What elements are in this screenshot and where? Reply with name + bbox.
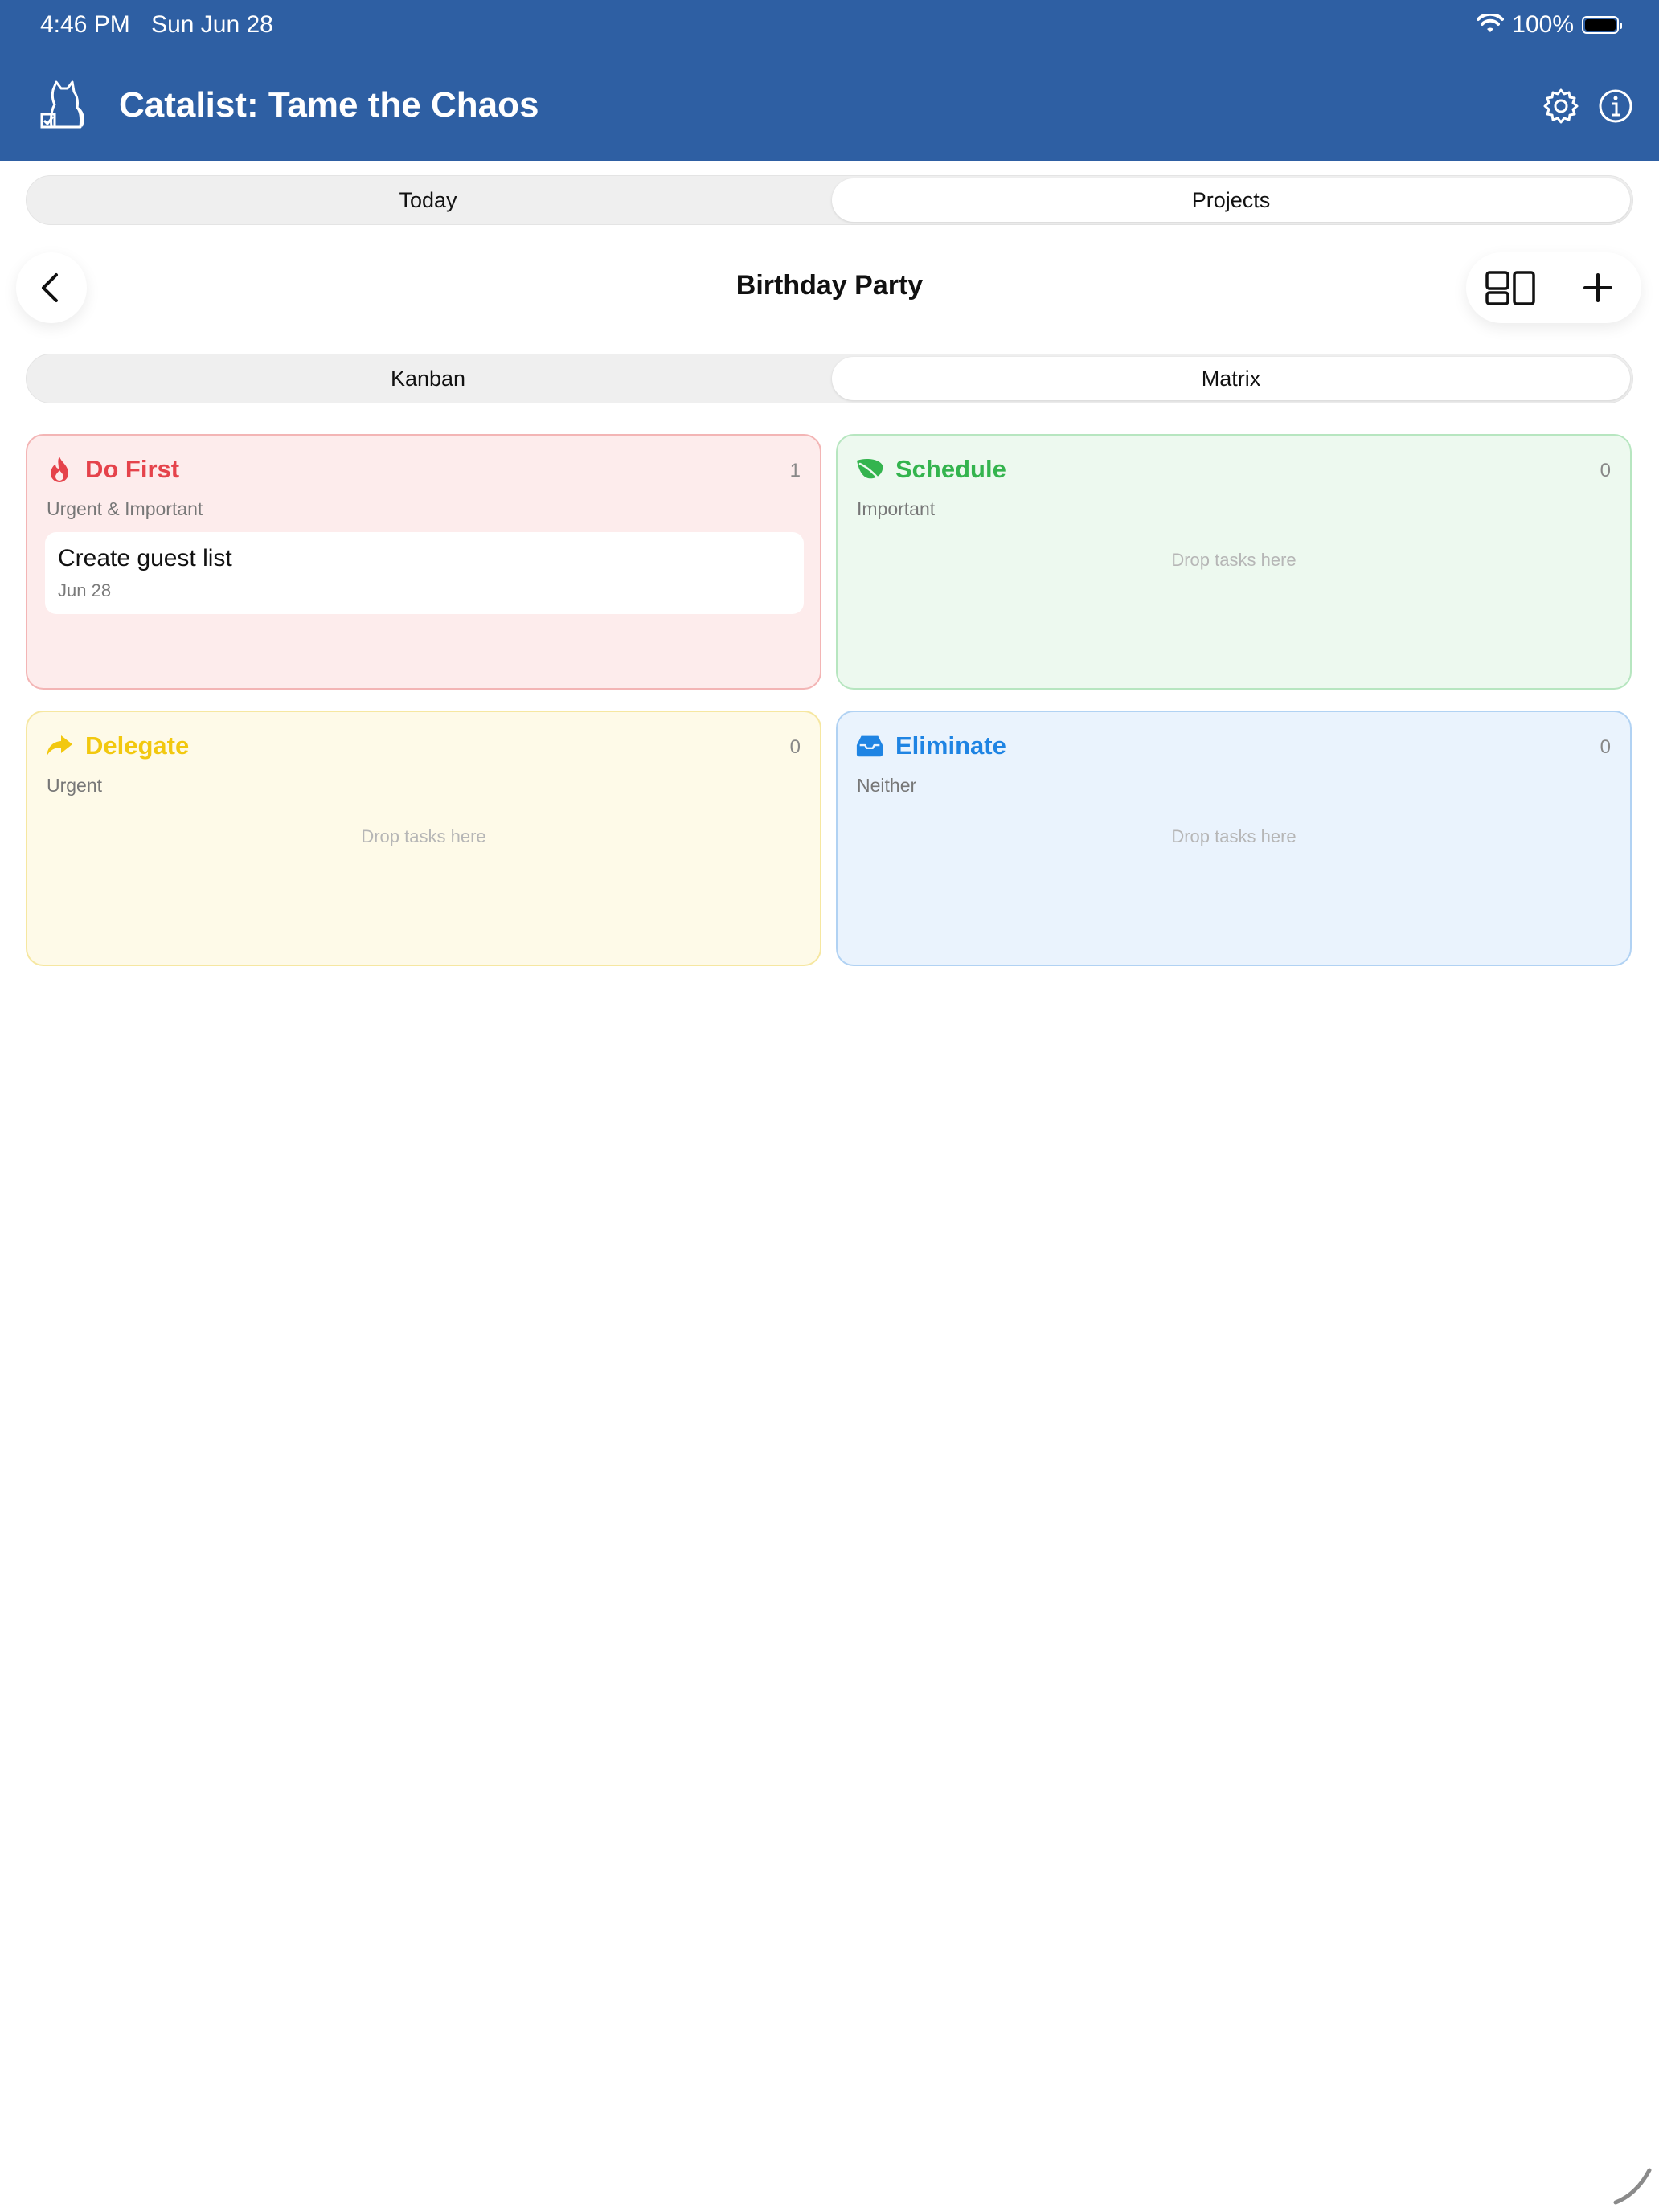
quadrant-schedule[interactable]: Schedule 0 Important Drop tasks here (836, 434, 1632, 690)
layout-icon (1485, 271, 1535, 305)
share-arrow-icon (45, 731, 74, 760)
tab-projects[interactable]: Projects (832, 178, 1630, 222)
battery-percent: 100% (1512, 11, 1574, 38)
task-card[interactable]: Create guest list Jun 28 (45, 532, 804, 614)
plus-icon (1583, 273, 1612, 302)
project-title: Birthday Party (735, 270, 924, 301)
inbox-tray-icon (855, 731, 884, 760)
status-time: 4:46 PM (40, 11, 130, 38)
info-icon[interactable] (1596, 87, 1635, 125)
battery-icon (1582, 16, 1622, 34)
cat-logo-icon (40, 80, 84, 129)
task-count: 1 (789, 460, 801, 481)
quadrant-subtitle: Important (857, 498, 936, 519)
wifi-icon (1477, 14, 1505, 32)
task-count: 0 (1600, 736, 1611, 758)
settings-gear-icon[interactable] (1542, 87, 1580, 125)
quadrant-title: Delegate (85, 731, 190, 760)
main-tab-control: Today Projects (26, 175, 1633, 225)
project-toolbar (1466, 252, 1641, 323)
quadrant-subtitle: Urgent (47, 775, 103, 796)
quadrant-delegate[interactable]: Delegate 0 Urgent Drop tasks here (26, 711, 821, 966)
status-bar-left: 4:46 PM Sun Jun 28 (40, 11, 288, 39)
task-date: Jun 28 (58, 580, 112, 600)
status-bar-right: 100% (1477, 11, 1622, 39)
task-count: 0 (1600, 460, 1611, 481)
drop-zone-hint: Drop tasks here (1171, 826, 1296, 846)
task-count: 0 (789, 736, 801, 758)
app-header: 4:46 PM Sun Jun 28 100% Catalist: Tame t… (0, 0, 1659, 161)
scroll-indicator (1613, 2168, 1652, 2205)
tab-kanban[interactable]: Kanban (29, 357, 827, 400)
quadrant-title: Schedule (895, 455, 1006, 483)
layout-toggle-button[interactable] (1482, 260, 1538, 316)
quadrant-eliminate[interactable]: Eliminate 0 Neither Drop tasks here (836, 711, 1632, 966)
quadrant-subtitle: Urgent & Important (47, 498, 203, 519)
status-date: Sun Jun 28 (151, 11, 273, 38)
quadrant-do-first[interactable]: Do First 1 Urgent & Important Create gue… (26, 434, 821, 690)
task-title: Create guest list (58, 545, 232, 571)
view-tab-control: Kanban Matrix (26, 354, 1633, 403)
drop-zone-hint: Drop tasks here (1171, 550, 1296, 570)
drop-zone-hint: Drop tasks here (361, 826, 486, 846)
tab-matrix[interactable]: Matrix (832, 357, 1630, 400)
quadrant-subtitle: Neither (857, 775, 917, 796)
app-title: Catalist: Tame the Chaos (119, 85, 539, 125)
tab-today[interactable]: Today (29, 178, 827, 222)
quadrant-title: Eliminate (895, 731, 1006, 760)
leaf-icon (855, 455, 884, 484)
quadrant-title: Do First (85, 455, 180, 483)
add-task-button[interactable] (1570, 260, 1626, 316)
flame-icon (45, 455, 74, 484)
